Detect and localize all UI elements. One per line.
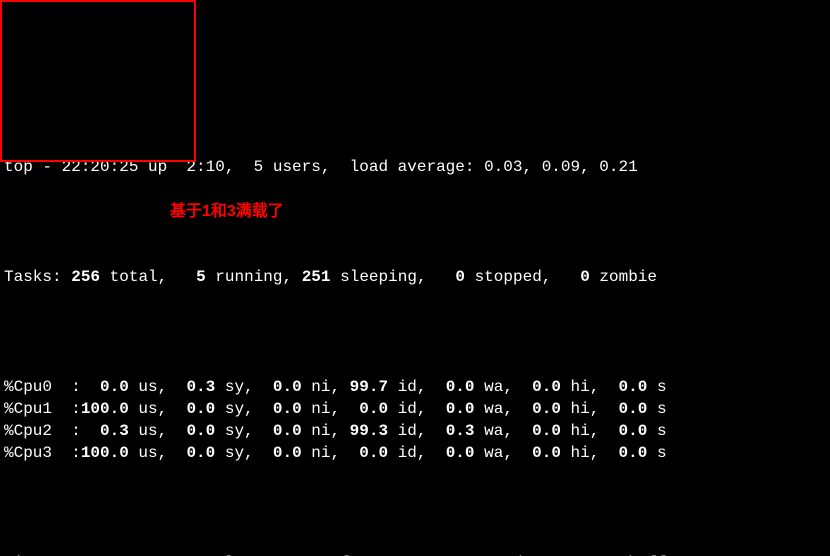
cpu-lines: %Cpu0 : 0.0 us, 0.3 sy, 0.0 ni, 99.7 id,… — [4, 376, 826, 464]
summary-line: top - 22:20:25 up 2:10, 5 users, load av… — [4, 156, 826, 178]
annotation-text: 基于1和3满载了 — [170, 201, 284, 223]
mem-line: KiB Mem : 1863104 total, 106092 free, 99… — [4, 552, 826, 556]
terminal-screen[interactable]: 基于1和3满载了 top - 22:20:25 up 2:10, 5 users… — [0, 0, 830, 556]
cpu-line-0: %Cpu0 : 0.0 us, 0.3 sy, 0.0 ni, 99.7 id,… — [4, 376, 826, 398]
cpu-line-2: %Cpu2 : 0.3 us, 0.0 sy, 0.0 ni, 99.3 id,… — [4, 420, 826, 442]
tasks-line: Tasks: 256 total, 5 running, 251 sleepin… — [4, 266, 826, 288]
cpu-line-1: %Cpu1 :100.0 us, 0.0 sy, 0.0 ni, 0.0 id,… — [4, 398, 826, 420]
cpu-line-3: %Cpu3 :100.0 us, 0.0 sy, 0.0 ni, 0.0 id,… — [4, 442, 826, 464]
highlight-box — [0, 0, 196, 162]
